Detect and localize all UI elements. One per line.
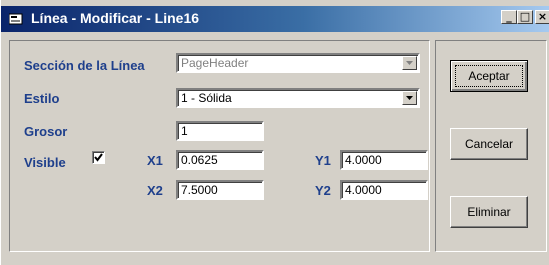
thickness-label: Grosor — [24, 124, 68, 139]
x2-value: 7.5000 — [181, 183, 218, 197]
x1-value: 0.0625 — [181, 153, 218, 167]
y1-input[interactable]: 4.0000 — [340, 150, 428, 170]
close-button[interactable]: × — [535, 10, 549, 24]
x1-input[interactable]: 0.0625 — [176, 150, 264, 170]
section-label: Sección de la Línea — [24, 58, 145, 73]
app-icon — [9, 13, 23, 25]
accept-button[interactable]: Aceptar — [450, 60, 528, 92]
maximize-button[interactable]: □ — [517, 10, 533, 24]
thickness-value: 1 — [181, 124, 188, 138]
style-label: Estilo — [24, 91, 60, 106]
thickness-input[interactable]: 1 — [176, 121, 264, 141]
minimize-icon: _ — [506, 10, 512, 23]
accept-button-label: Aceptar — [468, 69, 510, 83]
cancel-button[interactable]: Cancelar — [450, 128, 528, 160]
cancel-button-label: Cancelar — [464, 137, 514, 151]
style-dropdown-button[interactable] — [402, 91, 417, 105]
y2-input[interactable]: 4.0000 — [340, 180, 428, 200]
y1-value: 4.0000 — [345, 153, 382, 167]
delete-button[interactable]: Eliminar — [450, 196, 528, 228]
style-select[interactable]: 1 - Sólida — [176, 88, 420, 108]
section-dropdown-button — [402, 56, 417, 70]
minimize-button[interactable]: _ — [501, 10, 517, 24]
chevron-down-icon — [406, 96, 413, 100]
window-title: Línea - Modificar - Line16 — [31, 10, 200, 26]
checkmark-icon — [94, 153, 103, 162]
style-value: 1 - Sólida — [181, 91, 232, 105]
y2-value: 4.0000 — [345, 183, 382, 197]
section-value: PageHeader — [181, 56, 249, 70]
delete-button-label: Eliminar — [467, 205, 511, 219]
chevron-down-icon — [406, 61, 413, 65]
dialog-window: Línea - Modificar - Line16 _ □ × Sección… — [0, 0, 549, 265]
x2-input[interactable]: 7.5000 — [176, 180, 264, 200]
close-icon: × — [537, 10, 548, 23]
title-bar[interactable]: Línea - Modificar - Line16 _ □ × — [1, 6, 549, 32]
maximize-icon: □ — [519, 10, 531, 23]
visible-label: Visible — [24, 155, 66, 170]
x1-label: X1 — [147, 153, 163, 168]
x2-label: X2 — [147, 183, 163, 198]
y2-label: Y2 — [315, 183, 331, 198]
y1-label: Y1 — [315, 153, 331, 168]
section-select: PageHeader — [176, 53, 420, 73]
visible-checkbox[interactable] — [92, 151, 105, 164]
